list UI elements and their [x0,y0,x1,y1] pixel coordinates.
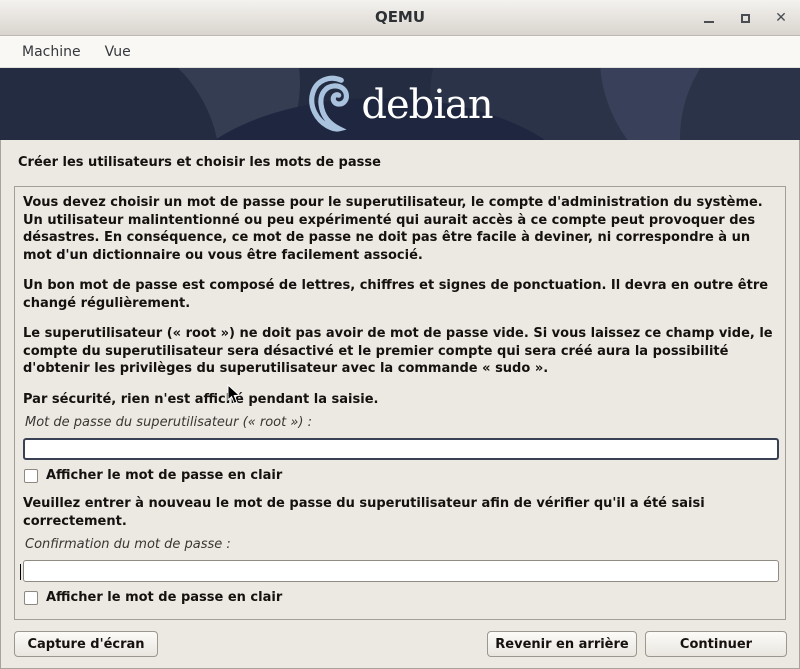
show-password-checkbox-1[interactable] [24,469,38,483]
security-note: Par sécurité, rien n'est affiché pendant… [23,391,777,409]
menu-vue[interactable]: Vue [95,40,141,64]
intro-paragraph: Vous devez choisir un mot de passe pour … [23,194,777,264]
show-password-label-1: Afficher le mot de passe en clair [46,468,282,483]
qemu-window: { "window": { "title": "QEMU" }, "menu":… [0,0,800,669]
menu-machine[interactable]: Machine [12,40,91,64]
show-password-checkbox-2[interactable] [24,591,38,605]
menubar: Machine Vue [0,36,800,68]
minimize-icon [704,21,714,23]
maximize-icon [741,14,750,23]
minimize-button[interactable] [698,7,720,29]
question-box: Vous devez choisir un mot de passe pour … [14,186,786,620]
root-password-label: Mot de passe du superutilisateur (« root… [25,415,777,431]
installer-content: Créer les utilisateurs et choisir les mo… [0,140,800,669]
maximize-button[interactable] [734,7,756,29]
mouse-cursor-icon [227,384,241,405]
continue-button[interactable]: Continuer [645,631,787,657]
debian-logo: debian [0,68,800,140]
debian-swirl-icon [307,73,359,135]
root-password-input[interactable] [23,438,779,460]
root-empty-paragraph: Le superutilisateur (« root ») ne doit p… [23,325,777,378]
text-caret [20,564,21,580]
show-password-row-2[interactable]: Afficher le mot de passe en clair [24,590,777,605]
debian-banner: debian [0,68,800,140]
show-password-row-1[interactable]: Afficher le mot de passe en clair [24,468,777,483]
confirm-intro-paragraph: Veuillez entrer à nouveau le mot de pass… [23,495,777,530]
good-password-paragraph: Un bon mot de passe est composé de lettr… [23,277,777,312]
page-title: Créer les utilisateurs et choisir les mo… [18,155,381,170]
window-title: QEMU [0,8,800,26]
close-icon: ✕ [775,11,787,25]
window-controls: ✕ [698,0,792,36]
show-password-label-2: Afficher le mot de passe en clair [46,590,282,605]
confirm-password-label: Confirmation du mot de passe : [25,537,777,553]
titlebar[interactable]: QEMU ✕ [0,0,800,36]
confirm-password-input[interactable] [23,560,779,582]
close-button[interactable]: ✕ [770,7,792,29]
debian-wordmark: debian [361,82,492,128]
screenshot-button[interactable]: Capture d'écran [14,631,158,657]
go-back-button[interactable]: Revenir en arrière [487,631,637,657]
